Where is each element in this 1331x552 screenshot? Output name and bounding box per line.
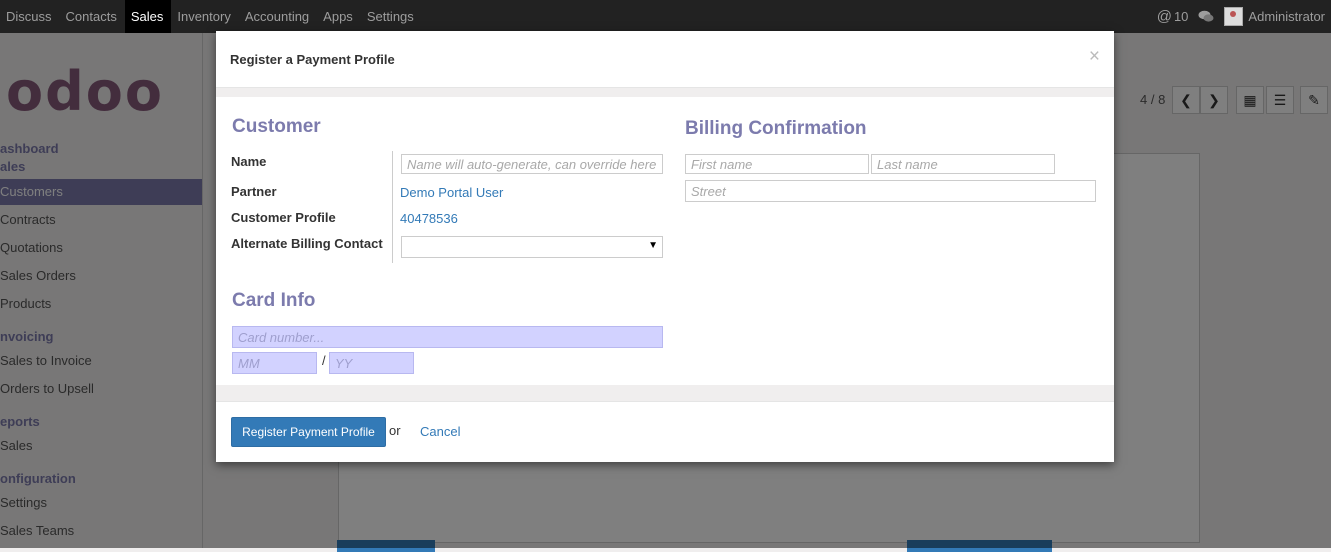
user-name: Administrator [1248, 9, 1325, 24]
top-right-area: @ 10 Administrator [1147, 0, 1325, 33]
avatar [1224, 7, 1244, 26]
name-field[interactable] [401, 154, 663, 174]
expiry-year-field[interactable] [329, 352, 414, 374]
notification-count: 10 [1173, 9, 1189, 24]
customer-heading: Customer [232, 116, 321, 137]
dialog-header: Register a Payment Profile × [216, 31, 1114, 88]
top-navbar: Discuss Contacts Sales Inventory Account… [0, 0, 1331, 33]
top-menu: Discuss Contacts Sales Inventory Account… [0, 0, 422, 33]
customer-profile-label: Customer Profile [231, 210, 336, 225]
billing-confirmation-heading: Billing Confirmation [685, 118, 867, 139]
caret-down-icon: ▼ [648, 240, 658, 251]
last-name-field[interactable] [871, 154, 1055, 174]
footer-divider [216, 401, 1114, 402]
menu-settings[interactable]: Settings [361, 0, 422, 33]
label-divider [392, 151, 393, 263]
menu-accounting[interactable]: Accounting [239, 0, 317, 33]
at-icon: @ [1156, 8, 1172, 25]
customer-profile-link[interactable]: 40478536 [400, 211, 458, 226]
mentions-button[interactable]: @ 10 [1157, 8, 1189, 25]
card-number-field[interactable] [232, 326, 663, 348]
or-text: or [389, 423, 401, 438]
close-icon[interactable]: × [1089, 46, 1100, 68]
footer-band [216, 385, 1114, 401]
street-field[interactable] [685, 180, 1096, 202]
alternate-billing-select[interactable]: ▼ [401, 236, 663, 258]
register-payment-profile-button[interactable]: Register Payment Profile [231, 417, 386, 447]
chat-icon [1198, 10, 1214, 22]
header-band [216, 88, 1114, 97]
payment-profile-dialog: Register a Payment Profile × Customer Na… [216, 31, 1114, 462]
menu-apps[interactable]: Apps [317, 0, 361, 33]
card-info-heading: Card Info [232, 290, 316, 311]
user-menu[interactable]: Administrator [1224, 7, 1325, 26]
menu-sales[interactable]: Sales [124, 0, 172, 33]
alternate-billing-label: Alternate Billing Contact [231, 236, 383, 251]
first-name-field[interactable] [685, 154, 869, 174]
cancel-link[interactable]: Cancel [420, 424, 460, 439]
name-label: Name [231, 154, 267, 169]
menu-contacts[interactable]: Contacts [60, 0, 125, 33]
expiry-month-field[interactable] [232, 352, 317, 374]
dialog-title: Register a Payment Profile [230, 52, 395, 67]
expiry-separator: / [322, 353, 326, 368]
chat-button[interactable] [1198, 10, 1214, 23]
menu-discuss[interactable]: Discuss [0, 0, 60, 33]
partner-label: Partner [231, 184, 277, 199]
menu-inventory[interactable]: Inventory [171, 0, 238, 33]
partner-link[interactable]: Demo Portal User [400, 185, 503, 200]
